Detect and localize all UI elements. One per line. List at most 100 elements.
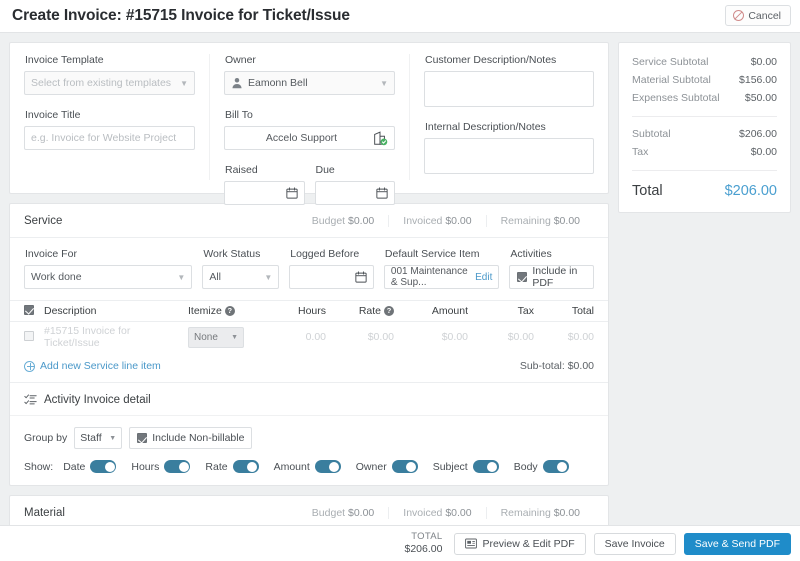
toggle-date[interactable]: Date <box>63 460 117 473</box>
left-column: Invoice Template Select from existing te… <box>9 42 609 531</box>
toggle-hours[interactable]: Hours <box>131 460 191 473</box>
plus-circle-icon <box>24 360 35 372</box>
select-all-cell[interactable] <box>24 304 44 318</box>
cancel-button-label: Cancel <box>748 9 781 22</box>
grand-total-label: Total <box>632 183 663 199</box>
raised-label: Raised <box>225 164 258 176</box>
col-amount: Amount <box>431 305 468 317</box>
divider <box>632 170 777 171</box>
toggle-subject[interactable]: Subject <box>433 460 499 473</box>
subtotal-label: Subtotal <box>632 128 671 140</box>
include-in-pdf-checkbox[interactable]: Include in PDF <box>509 265 594 289</box>
checkbox-icon <box>24 304 34 315</box>
material-remaining-label: Remaining <box>500 507 551 519</box>
default-service-item-edit-link[interactable]: Edit <box>475 272 492 283</box>
default-service-item-value: 001 Maintenance & Sup... <box>390 266 468 288</box>
invoice-template-placeholder: Select from existing templates <box>31 77 172 89</box>
invoice-title-input[interactable]: e.g. Invoice for Website Project <box>24 126 195 150</box>
toggle-amount[interactable]: Amount <box>274 460 341 473</box>
default-service-item-box[interactable]: 001 Maintenance & Sup... Edit <box>383 265 500 289</box>
save-send-pdf-button[interactable]: Save & Send PDF <box>683 532 791 555</box>
tax-label: Tax <box>632 146 649 158</box>
col-itemize-label: Itemize <box>188 305 222 317</box>
toggle-switch[interactable] <box>391 460 418 473</box>
material-budget-value: $0.00 <box>348 507 375 519</box>
calendar-icon <box>285 187 298 199</box>
material-invoiced-stat: Invoiced $0.00 <box>388 507 485 519</box>
ban-icon <box>733 10 745 21</box>
add-service-line-item-label: Add new Service line item <box>40 360 161 372</box>
invoice-title-placeholder: e.g. Invoice for Website Project <box>31 132 177 144</box>
due-date-input[interactable] <box>314 181 395 205</box>
row-itemize-select[interactable]: None ▼ <box>188 326 244 348</box>
calendar-icon <box>355 271 367 283</box>
service-subtotal-value: $0.00 <box>750 56 777 68</box>
add-service-line-item-button[interactable]: Add new Service line item <box>24 360 161 372</box>
raised-date-input[interactable] <box>224 181 305 205</box>
save-invoice-button[interactable]: Save Invoice <box>593 532 676 555</box>
include-nonbillable-checkbox[interactable]: Include Non-billable <box>129 427 253 449</box>
table-row[interactable]: #15715 Invoice for Ticket/Issue None ▼ 0… <box>10 322 608 352</box>
cancel-button[interactable]: Cancel <box>725 5 791 26</box>
row-itemize-cell[interactable]: None ▼ <box>188 326 268 348</box>
toggle-switch[interactable] <box>232 460 259 473</box>
toggle-date-label: Date <box>63 460 86 473</box>
toggle-switch[interactable] <box>164 460 191 473</box>
toggle-owner[interactable]: Owner <box>356 460 418 473</box>
activities-field: Activities Include in PDF <box>509 248 594 289</box>
bill-to-select[interactable]: Accelo Support <box>224 126 395 150</box>
service-invoiced-label: Invoiced <box>403 214 443 227</box>
owner-value: Eamonn Bell <box>248 77 308 89</box>
row-itemize-value: None <box>194 331 218 343</box>
activities-label: Activities <box>510 248 552 260</box>
help-icon[interactable]: ? <box>224 305 235 316</box>
col-itemize: Itemize? <box>188 305 268 317</box>
activity-invoice-detail-body: Group by Staff ▼ Include Non-billable Sh… <box>10 415 608 485</box>
group-by-select[interactable]: Staff ▼ <box>74 427 123 449</box>
footer-total: TOTAL $206.00 <box>404 531 442 556</box>
chevron-down-icon: ▼ <box>380 78 388 88</box>
divider <box>632 116 777 117</box>
toggle-switch[interactable] <box>314 460 341 473</box>
toggle-body[interactable]: Body <box>514 460 569 473</box>
customer-notes-textarea[interactable] <box>424 71 594 107</box>
invoice-template-select[interactable]: Select from existing templates ▼ <box>24 71 195 95</box>
company-verified-icon <box>374 131 388 146</box>
preview-edit-pdf-label: Preview & Edit PDF <box>482 537 575 550</box>
invoice-for-field: Invoice For Work done ▼ <box>24 248 193 289</box>
toggle-switch[interactable] <box>542 460 569 473</box>
row-checkbox-cell[interactable] <box>24 330 44 344</box>
col-total: Total <box>571 305 594 317</box>
due-field: Due <box>314 164 395 205</box>
due-label: Due <box>315 164 335 176</box>
toggle-switch[interactable] <box>472 460 499 473</box>
toggle-hours-label: Hours <box>131 460 160 473</box>
toggle-subject-label: Subject <box>432 460 468 473</box>
default-service-item-label: Default Service Item <box>384 248 480 260</box>
owner-select[interactable]: Eamonn Bell ▼ <box>224 71 395 95</box>
bill-to-value: Accelo Support <box>265 132 338 144</box>
service-subtotal-label: Service Subtotal <box>632 56 709 68</box>
logged-before-date-input[interactable] <box>289 265 374 289</box>
material-budget-stat: Budget $0.00 <box>298 507 388 519</box>
service-filters: Invoice For Work done ▼ Work Status All … <box>10 238 608 300</box>
internal-notes-textarea[interactable] <box>424 138 594 174</box>
right-column: Service Subtotal $0.00 Material Subtotal… <box>618 42 791 213</box>
toggle-amount-label: Amount <box>273 460 310 473</box>
toggle-switch[interactable] <box>90 460 117 473</box>
work-status-label: Work Status <box>203 248 261 260</box>
service-subtotal-label: Sub-total: <box>519 360 565 372</box>
preview-edit-pdf-button[interactable]: Preview & Edit PDF <box>454 532 586 555</box>
material-invoiced-value: $0.00 <box>445 507 472 519</box>
pdf-icon <box>465 538 478 549</box>
help-icon[interactable]: ? <box>384 305 394 316</box>
default-service-item-field: Default Service Item 001 Maintenance & S… <box>383 248 500 289</box>
invoice-for-select[interactable]: Work done ▼ <box>24 265 193 289</box>
invoice-for-value: Work done <box>31 271 82 283</box>
expenses-subtotal-value: $50.00 <box>744 92 777 104</box>
work-status-select[interactable]: All ▼ <box>202 265 280 289</box>
activity-invoice-detail-header: Activity Invoice detail <box>10 382 608 415</box>
row-hours: 0.00 <box>305 331 326 343</box>
invoice-for-label: Invoice For <box>25 248 77 260</box>
toggle-rate[interactable]: Rate <box>205 460 259 473</box>
